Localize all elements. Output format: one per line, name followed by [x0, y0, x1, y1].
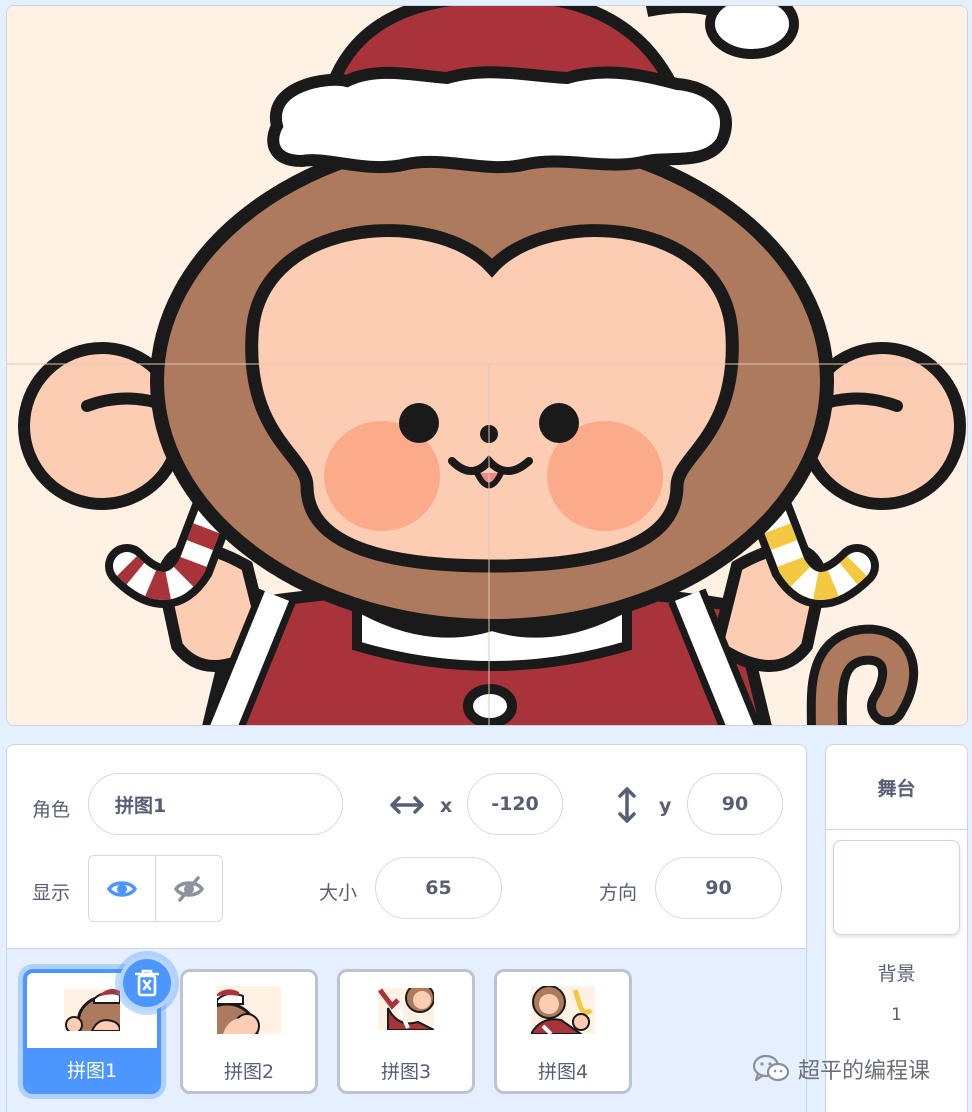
sprite-name-input[interactable]: 拼图1 [88, 773, 343, 835]
x-input[interactable]: -120 [467, 773, 563, 835]
y-input[interactable]: 90 [687, 773, 783, 835]
backdrop-label: 背景 [877, 963, 916, 985]
delete-icon [135, 969, 159, 997]
sprite-tile-4[interactable]: 拼图4 [494, 969, 632, 1094]
sprite-tile-3[interactable]: 拼图3 [337, 969, 475, 1094]
sprite-tile-label: 拼图3 [380, 1060, 432, 1083]
sprite-label: 角色 [32, 799, 71, 821]
size-input[interactable]: 65 [375, 857, 502, 919]
wechat-icon [752, 1054, 790, 1082]
y-label: y [659, 795, 672, 817]
sprite-thumbnail [64, 989, 120, 1031]
vertical-arrow-icon [618, 787, 636, 823]
sprite-tile-label: 拼图1 [27, 1048, 157, 1090]
watermark: 超平的编程课 [752, 1053, 930, 1085]
sprite-info-fields: 角色 拼图1 x -120 y 90 显示 大小 65 方向 90 [7, 745, 806, 948]
x-label: x [440, 795, 453, 817]
sprite-thumbnail [378, 988, 434, 1030]
sprite-tile-label: 拼图4 [537, 1060, 589, 1083]
direction-input[interactable]: 90 [655, 857, 782, 919]
stage-title: 舞台 [826, 745, 967, 830]
sprite-info-panel: 角色 拼图1 x -120 y 90 显示 大小 65 方向 90 拼图1 拼图… [6, 744, 807, 1112]
sprite-tile-1[interactable]: 拼图1 [23, 955, 175, 1094]
show-button[interactable] [89, 856, 155, 921]
sprite-tile-2[interactable]: 拼图2 [180, 969, 318, 1094]
sprite-list: 拼图1 拼图2 拼图3 拼图4 [7, 948, 806, 1112]
monkey-sprite-image [7, 6, 967, 725]
eye-slash-icon [174, 875, 204, 902]
sprite-thumbnail [217, 986, 281, 1034]
hide-button[interactable] [155, 856, 222, 921]
direction-label: 方向 [599, 882, 638, 904]
sprite-thumbnail [531, 986, 595, 1034]
backdrop-count: 1 [891, 1005, 902, 1025]
sprite-tile-label: 拼图2 [223, 1060, 275, 1083]
delete-sprite-button[interactable] [119, 955, 175, 1011]
eye-icon [107, 880, 137, 897]
visibility-toggle [88, 855, 223, 922]
horizontal-arrow-icon [390, 796, 424, 814]
stage-thumbnail[interactable] [833, 840, 960, 935]
show-label: 显示 [32, 882, 71, 904]
size-label: 大小 [319, 882, 358, 904]
stage-canvas[interactable] [6, 5, 968, 726]
watermark-text: 超平的编程课 [798, 1059, 931, 1084]
